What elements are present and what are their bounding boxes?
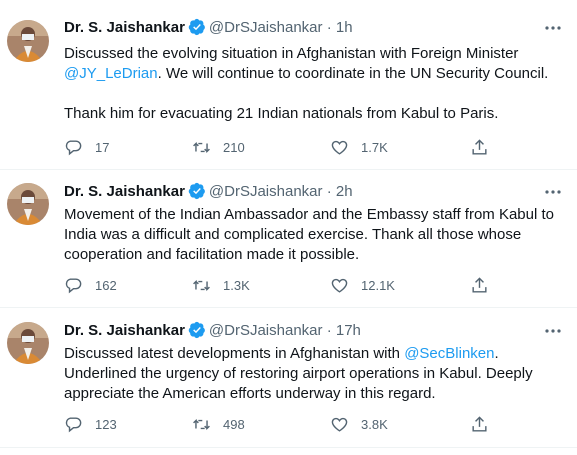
- reply-icon: [65, 277, 82, 293]
- tweet-timeline: Dr. S. Jaishankar @DrSJaishankar · 1h Dis…: [0, 0, 577, 455]
- author-handle[interactable]: @DrSJaishankar: [209, 183, 323, 200]
- reply-button[interactable]: 123: [64, 413, 117, 435]
- tweet-actions: 123 498 3.8K: [64, 413, 504, 435]
- author-avatar[interactable]: [7, 322, 49, 364]
- tweet-card[interactable]: Dr. S. Jaishankar @DrSJaishankar · 1h Dis…: [0, 0, 577, 170]
- tweet-actions: 17 210 1.7K: [64, 136, 504, 158]
- reply-button[interactable]: 17: [64, 136, 109, 158]
- separator-dot: ·: [326, 183, 332, 200]
- like-count: 12.1K: [361, 277, 395, 293]
- tweet-text: Discussed latest developments in Afghani…: [64, 345, 533, 403]
- retweet-icon: [193, 141, 210, 153]
- retweet-count: 498: [223, 416, 245, 432]
- reply-count: 123: [95, 416, 117, 432]
- author-name[interactable]: Dr. S. Jaishankar: [64, 183, 185, 200]
- verified-badge-icon: [188, 321, 205, 339]
- retweet-icon: [193, 418, 210, 430]
- tweet-header: Dr. S. Jaishankar @DrSJaishankar · 17h: [64, 321, 361, 341]
- mention-link[interactable]: @SecBlinken: [404, 345, 494, 362]
- reply-icon: [65, 416, 82, 432]
- tweet-timestamp[interactable]: 17h: [336, 322, 361, 339]
- retweet-button[interactable]: 1.3K: [192, 274, 250, 296]
- author-avatar[interactable]: [7, 20, 49, 62]
- reply-button[interactable]: 162: [64, 274, 117, 296]
- retweet-count: 210: [223, 139, 245, 155]
- reply-icon: [65, 139, 82, 155]
- share-button[interactable]: [470, 136, 489, 158]
- tweet-card[interactable]: Dr. S. Jaishankar @DrSJaishankar · 17h Di…: [0, 308, 577, 448]
- more-options-icon[interactable]: [543, 321, 563, 341]
- reply-count: 17: [95, 139, 110, 155]
- share-icon: [472, 276, 487, 293]
- separator-dot: ·: [326, 322, 332, 339]
- author-handle[interactable]: @DrSJaishankar: [209, 19, 323, 36]
- like-icon: [331, 140, 348, 155]
- share-icon: [472, 138, 487, 155]
- tweet-header: Dr. S. Jaishankar @DrSJaishankar · 1h: [64, 18, 353, 38]
- tweet-actions: 162 1.3K 12.1K: [64, 274, 504, 296]
- like-button[interactable]: 12.1K: [330, 274, 395, 296]
- more-options-icon[interactable]: [543, 182, 563, 202]
- share-button[interactable]: [470, 413, 489, 435]
- tweet-text: Discussed the evolving situation in Afgh…: [64, 45, 549, 123]
- share-icon: [472, 415, 487, 432]
- author-name[interactable]: Dr. S. Jaishankar: [64, 19, 185, 36]
- like-icon: [331, 278, 348, 293]
- retweet-button[interactable]: 210: [192, 136, 245, 158]
- author-name[interactable]: Dr. S. Jaishankar: [64, 322, 185, 339]
- retweet-count: 1.3K: [223, 277, 250, 293]
- verified-badge-icon: [188, 18, 205, 36]
- like-count: 3.8K: [361, 416, 388, 432]
- mention-link[interactable]: @JY_LeDrian: [64, 65, 158, 82]
- author-handle[interactable]: @DrSJaishankar: [209, 322, 323, 339]
- retweet-icon: [193, 279, 210, 291]
- share-button[interactable]: [470, 274, 489, 296]
- tweet-header: Dr. S. Jaishankar @DrSJaishankar · 2h: [64, 182, 353, 202]
- like-button[interactable]: 3.8K: [330, 413, 388, 435]
- verified-badge-icon: [188, 182, 205, 200]
- tweet-text: Movement of the Indian Ambassador and th…: [64, 206, 554, 264]
- like-icon: [331, 417, 348, 432]
- more-options-icon[interactable]: [543, 18, 563, 38]
- tweet-timestamp[interactable]: 1h: [336, 19, 353, 36]
- reply-count: 162: [95, 277, 117, 293]
- like-count: 1.7K: [361, 139, 388, 155]
- retweet-button[interactable]: 498: [192, 413, 245, 435]
- separator-dot: ·: [326, 19, 332, 36]
- tweet-timestamp[interactable]: 2h: [336, 183, 353, 200]
- tweet-card[interactable]: Dr. S. Jaishankar @DrSJaishankar · 2h Mov…: [0, 170, 577, 308]
- author-avatar[interactable]: [7, 183, 49, 225]
- like-button[interactable]: 1.7K: [330, 136, 388, 158]
